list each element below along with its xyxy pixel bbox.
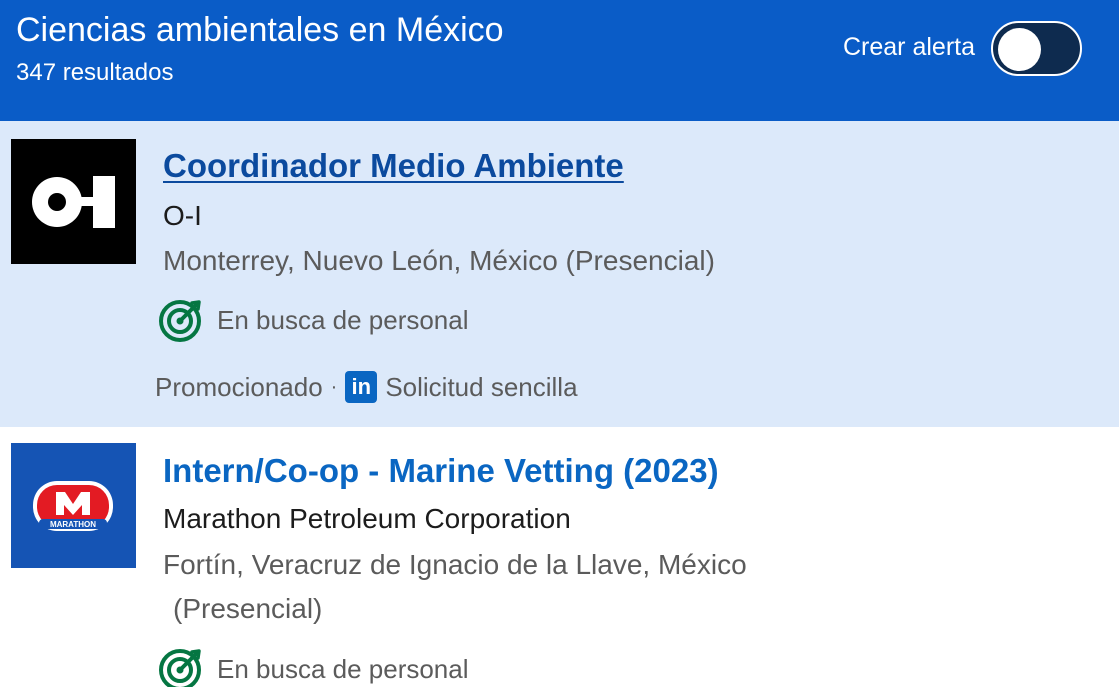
- job-card[interactable]: Coordinador Medio Ambiente O-I Monterrey…: [0, 121, 1119, 427]
- toggle-knob: [998, 28, 1041, 71]
- separator-dot: ·: [330, 375, 338, 398]
- search-header: Ciencias ambientales en México 347 resul…: [0, 0, 1119, 121]
- hiring-status: En busca de personal: [217, 653, 469, 684]
- job-title-link[interactable]: Intern/Co-op - Marine Vetting (2023): [163, 452, 719, 490]
- company-logo-marathon: MARATHON: [11, 443, 136, 568]
- company-name[interactable]: O-I: [163, 200, 202, 232]
- company-name[interactable]: Marathon Petroleum Corporation: [163, 503, 571, 535]
- job-title-link[interactable]: Coordinador Medio Ambiente: [163, 147, 624, 185]
- job-footer: Promocionado · in Solicitud sencilla: [155, 371, 578, 403]
- create-alert-label: Crear alerta: [843, 33, 975, 61]
- job-card[interactable]: MARATHON Intern/Co-op - Marine Vetting (…: [0, 427, 1119, 687]
- result-count: 347 resultados: [16, 59, 174, 86]
- actively-hiring-indicator: En busca de personal: [158, 297, 469, 343]
- job-location: Fortín, Veracruz de Ignacio de la Llave,…: [163, 549, 747, 580]
- promoted-label: Promocionado: [155, 371, 323, 402]
- linkedin-icon: in: [345, 371, 378, 403]
- hiring-status: En busca de personal: [217, 304, 469, 335]
- marathon-logo-icon: MARATHON: [33, 481, 113, 531]
- marathon-logo-text: MARATHON: [50, 520, 96, 529]
- job-location: Monterrey, Nuevo León, México (Presencia…: [163, 245, 715, 276]
- target-icon: [159, 300, 201, 342]
- actively-hiring-indicator: En busca de personal: [158, 646, 469, 687]
- job-workplace-type: (Presencial): [173, 593, 323, 624]
- create-alert-toggle[interactable]: [991, 21, 1082, 76]
- company-logo-oi: [11, 139, 136, 264]
- oi-logo-icon: [32, 176, 115, 228]
- target-icon: [159, 649, 201, 687]
- easy-apply-label: Solicitud sencilla: [385, 371, 578, 402]
- search-title: Ciencias ambientales en México: [16, 11, 504, 49]
